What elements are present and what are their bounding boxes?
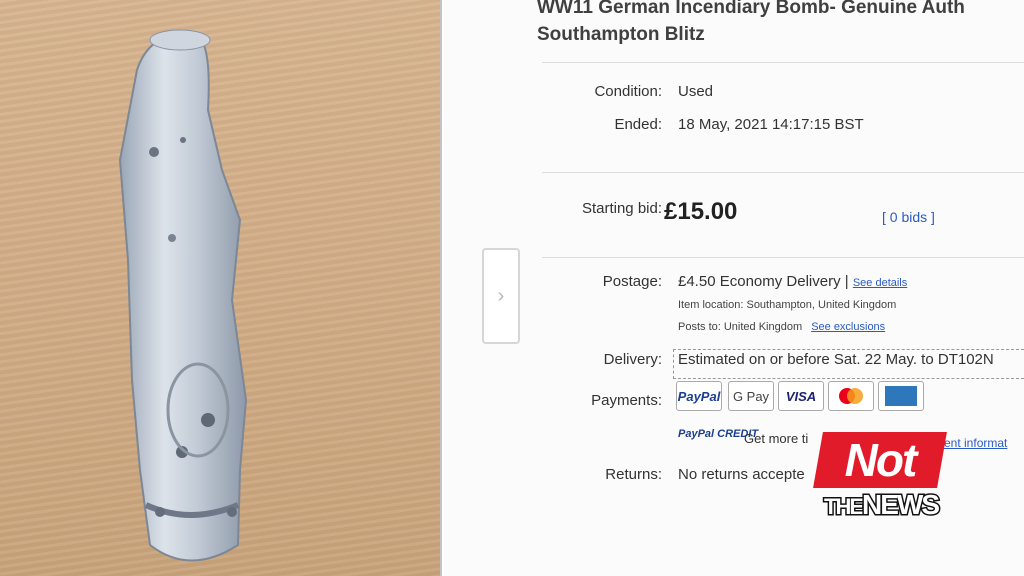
logo-not-text: Not (844, 434, 916, 486)
next-image-button[interactable]: › (482, 248, 520, 344)
ended-value: 18 May, 2021 14:17:15 BST (678, 116, 864, 133)
payment-info-link[interactable]: ent informat (944, 436, 1007, 450)
divider (542, 172, 1024, 173)
postage-method: Economy Delivery | (719, 273, 849, 290)
paypal-icon: PayPal (676, 381, 722, 411)
delivery-label: Delivery: (603, 351, 662, 368)
google-pay-icon: G Pay (728, 381, 774, 411)
posts-to-line: Posts to: United Kingdom See exclusions (678, 321, 885, 333)
returns-label: Returns: (605, 466, 662, 483)
photo-divider (440, 0, 442, 576)
starting-bid-label: Starting bid: (581, 200, 662, 217)
postage-label: Postage: (602, 273, 662, 290)
mastercard-icon (828, 381, 874, 411)
listing-title-line1: WW11 German Incendiary Bomb- Genuine Aut… (537, 0, 965, 18)
listing-title: WW11 German Incendiary Bomb- Genuine Aut… (537, 0, 965, 48)
logo-the-news-text: THENEWS (823, 488, 942, 522)
condition-label: Condition: (594, 83, 662, 100)
logo-the-text: THE (823, 493, 866, 521)
delivery-value: Estimated on or before Sat. 22 May. to D… (678, 351, 994, 368)
payments-label: Payments: (591, 392, 662, 409)
starting-bid-price: £15.00 (664, 198, 738, 225)
see-details-link[interactable]: See details (853, 277, 907, 289)
postage-price: £4.50 (678, 273, 716, 290)
not-the-news-logo: Not THENEWS (813, 432, 947, 522)
postage-line: £4.50 Economy Delivery | See details (678, 273, 907, 290)
divider (542, 62, 1024, 63)
amex-icon (878, 381, 924, 411)
ended-label: Ended: (614, 116, 662, 133)
product-photo (0, 0, 442, 576)
paypal-credit-text: Get more ti (744, 431, 809, 446)
see-exclusions-link[interactable]: See exclusions (811, 321, 885, 333)
posts-to: Posts to: United Kingdom (678, 321, 803, 333)
incendiary-bomb-image (118, 29, 248, 562)
listing-title-line2: Southampton Blitz (537, 24, 705, 45)
returns-value: No returns accepte (678, 466, 805, 483)
condition-value: Used (678, 83, 714, 100)
item-location: Item location: Southampton, United Kingd… (678, 299, 897, 311)
bids-count-link[interactable]: [ 0 bids ] (882, 209, 935, 225)
logo-not-block: Not (813, 432, 947, 488)
divider (542, 257, 1024, 258)
logo-news-text: NEWS (861, 488, 942, 522)
visa-icon: VISA (778, 381, 824, 411)
